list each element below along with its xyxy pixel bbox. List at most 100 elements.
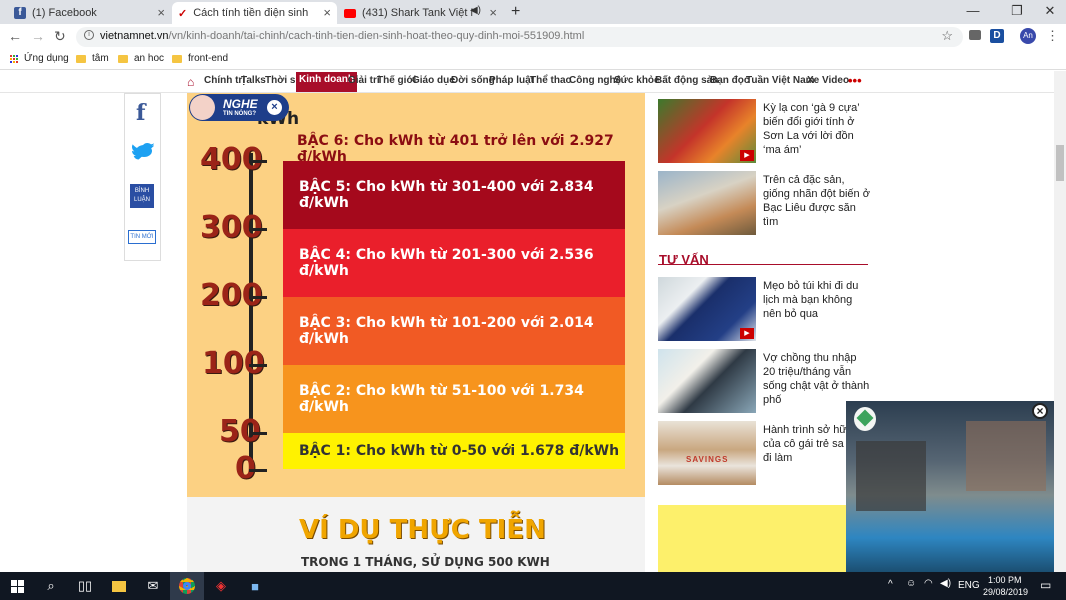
scrollbar[interactable] bbox=[1054, 71, 1066, 572]
binh-luan-button[interactable]: BÌNH LUẬN bbox=[130, 184, 154, 208]
chrome-icon[interactable] bbox=[170, 572, 204, 600]
bookmark-apps[interactable]: Ứng dụng bbox=[10, 53, 69, 64]
nav-giai-tri[interactable]: Giải trí bbox=[348, 75, 380, 86]
tab-close-button[interactable]: × bbox=[489, 5, 497, 20]
nav-xe[interactable]: Xe bbox=[807, 75, 819, 86]
nav-giao-duc[interactable]: Giáo dục bbox=[412, 75, 455, 86]
start-button[interactable] bbox=[0, 572, 34, 600]
camera-icon[interactable] bbox=[969, 30, 981, 40]
video-close-icon[interactable]: × bbox=[1032, 403, 1048, 419]
news-thumbnail[interactable]: ▶ bbox=[658, 99, 756, 163]
play-icon: ▶ bbox=[740, 328, 754, 339]
tab-facebook[interactable]: f (1) Facebook × bbox=[8, 2, 171, 24]
news-title[interactable]: Kỳ lạ con ‘gà 9 cựa’ biến đổi giới tính … bbox=[763, 101, 871, 157]
advice-item[interactable]: SAVINGS Hành trình sở hữu tỷ của cô gái … bbox=[658, 421, 868, 487]
news-thumbnail[interactable]: ▶ bbox=[658, 277, 756, 341]
nav-suc-khoe[interactable]: Sức khỏe bbox=[614, 75, 660, 86]
axis-tick bbox=[249, 432, 267, 435]
maximize-button[interactable]: ❐ bbox=[1007, 3, 1027, 19]
windows-icon bbox=[10, 579, 24, 593]
profile-avatar[interactable]: An bbox=[1020, 28, 1036, 44]
nav-ban-doc[interactable]: Bạn đọc bbox=[710, 75, 749, 86]
minimize-button[interactable]: — bbox=[963, 3, 983, 18]
tab-youtube[interactable]: (431) Shark Tank Việt Nam Tậ ◀) × bbox=[338, 2, 503, 24]
star-icon[interactable]: ☆ bbox=[941, 28, 953, 44]
search-icon[interactable]: ⌕ bbox=[34, 572, 68, 600]
scrollbar-thumb[interactable] bbox=[1056, 145, 1064, 181]
bookmark-folder-frontend[interactable]: front-end bbox=[172, 53, 228, 64]
twitter-icon[interactable] bbox=[132, 142, 154, 160]
hot-news-badge[interactable]: NGHE TIN NÓNG? × bbox=[189, 94, 289, 121]
app-cube-icon[interactable]: ■ bbox=[238, 572, 272, 600]
tin-moi-button[interactable]: TIN MỚI bbox=[128, 230, 156, 244]
page-content: f BÌNH LUẬN TIN MỚI kWh 400 300 200 100 … bbox=[0, 93, 1054, 572]
tier-4-label: BẬC 4: Cho kWh từ 201-300 với 2.536 đ/kW… bbox=[299, 247, 594, 279]
url-domain: vietnamnet.vn bbox=[100, 30, 169, 42]
news-title[interactable]: Mẹo bỏ túi khi đi du lịch mà bạn không n… bbox=[763, 279, 871, 321]
tier-1-label: BẬC 1: Cho kWh từ 0-50 với 1.678 đ/kWh bbox=[299, 443, 620, 459]
wifi-icon[interactable]: ◠ bbox=[924, 578, 933, 589]
notification-icon[interactable]: ▭ bbox=[1040, 578, 1051, 592]
people-icon[interactable]: ☺ bbox=[906, 578, 916, 589]
bookmarks-bar: Ứng dụng tâm an hoc front-end bbox=[0, 49, 1066, 70]
news-title[interactable]: Trên cả đặc sản, giống nhãn đột biến ở B… bbox=[763, 173, 871, 229]
share-sidebar: f BÌNH LUẬN TIN MỚI bbox=[124, 93, 161, 261]
language-indicator[interactable]: ENG bbox=[958, 580, 980, 591]
file-explorer-icon[interactable] bbox=[102, 572, 136, 600]
clock-date[interactable]: 29/08/2019 bbox=[983, 587, 1028, 597]
clock-time[interactable]: 1:00 PM bbox=[988, 575, 1022, 585]
apps-icon bbox=[10, 54, 18, 63]
news-item[interactable]: ▶ Kỳ lạ con ‘gà 9 cựa’ biến đổi giới tín… bbox=[658, 99, 868, 165]
bookmark-folder-tam[interactable]: tâm bbox=[76, 53, 109, 64]
tab-close-button[interactable]: × bbox=[157, 5, 165, 20]
advice-item[interactable]: Vợ chồng thu nhập 20 triệu/tháng vẫn sốn… bbox=[658, 349, 871, 415]
tab-close-button[interactable]: × bbox=[323, 5, 331, 20]
badge-title: NGHE bbox=[223, 97, 258, 111]
advice-item[interactable]: ▶ Mẹo bỏ túi khi đi du lịch mà bạn không… bbox=[658, 277, 868, 343]
tab-title: (1) Facebook bbox=[32, 7, 97, 19]
tier-1-band: BẬC 1: Cho kWh từ 0-50 với 1.678 đ/kWh bbox=[283, 433, 625, 469]
news-item[interactable]: Trên cả đặc sản, giống nhãn đột biến ở B… bbox=[658, 171, 871, 237]
badge-close-icon[interactable]: × bbox=[267, 100, 282, 115]
mail-icon[interactable]: ✉ bbox=[136, 572, 170, 600]
back-icon[interactable]: ← bbox=[8, 28, 22, 44]
nav-chinh-tri[interactable]: Chính trị bbox=[204, 75, 245, 86]
nav-phap-luat[interactable]: Pháp luật bbox=[489, 75, 534, 86]
tier-4-band: BẬC 4: Cho kWh từ 201-300 với 2.536 đ/kW… bbox=[283, 229, 625, 297]
tier-5-band: BẬC 5: Cho kWh từ 301-400 với 2.834 đ/kW… bbox=[283, 161, 625, 229]
news-thumbnail[interactable] bbox=[658, 349, 756, 413]
more-icon[interactable]: ••• bbox=[848, 73, 862, 88]
tray-up-icon[interactable]: ^ bbox=[888, 579, 893, 590]
window-close-button[interactable]: ✕ bbox=[1040, 3, 1060, 19]
news-thumbnail[interactable] bbox=[658, 171, 756, 235]
nav-tuan-viet-nam[interactable]: Tuần Việt Nam bbox=[746, 75, 815, 86]
folder-icon bbox=[172, 54, 182, 63]
extension-icon[interactable]: D bbox=[990, 29, 1004, 43]
new-tab-button[interactable]: + bbox=[511, 3, 520, 21]
app-icon[interactable]: ◈ bbox=[204, 572, 238, 600]
forward-icon[interactable]: → bbox=[31, 28, 45, 44]
speaker-icon[interactable]: ◀) bbox=[470, 5, 481, 16]
facebook-share-icon[interactable]: f bbox=[136, 100, 145, 126]
news-thumbnail[interactable]: SAVINGS bbox=[658, 421, 756, 485]
floating-video[interactable]: × bbox=[846, 401, 1054, 572]
bookmark-folder-anhoc[interactable]: an hoc bbox=[118, 53, 164, 64]
example-section: VÍ DỤ THỰC TIỄN TRONG 1 THÁNG, SỬ DỤNG 5… bbox=[187, 497, 645, 572]
axis-tick bbox=[249, 228, 267, 231]
tab-vietnamnet[interactable]: ✓ Cách tính tiền điện sinh hoạt theo × bbox=[172, 2, 337, 24]
task-view-icon[interactable]: ▯▯ bbox=[68, 572, 102, 600]
nav-the-thao[interactable]: Thể thao bbox=[530, 75, 572, 86]
nav-bat-dong-san[interactable]: Bất động sản bbox=[655, 75, 718, 86]
home-icon[interactable]: ⌂ bbox=[187, 75, 194, 89]
url-input[interactable]: i vietnamnet.vn/vn/kinh-doanh/tai-chinh/… bbox=[76, 27, 963, 47]
bookmark-label: front-end bbox=[188, 53, 229, 64]
reload-icon[interactable]: ↻ bbox=[54, 28, 66, 45]
nav-video[interactable]: Video bbox=[822, 75, 849, 86]
ad-banner[interactable] bbox=[658, 505, 858, 572]
nav-the-gioi[interactable]: Thế giới bbox=[377, 75, 416, 86]
news-title[interactable]: Vợ chồng thu nhập 20 triệu/tháng vẫn sốn… bbox=[763, 351, 871, 407]
menu-icon[interactable]: ⋮ bbox=[1046, 28, 1059, 44]
volume-icon[interactable]: ◀) bbox=[940, 578, 951, 589]
info-icon[interactable]: i bbox=[84, 30, 94, 40]
nav-talks[interactable]: Talks bbox=[241, 75, 266, 86]
